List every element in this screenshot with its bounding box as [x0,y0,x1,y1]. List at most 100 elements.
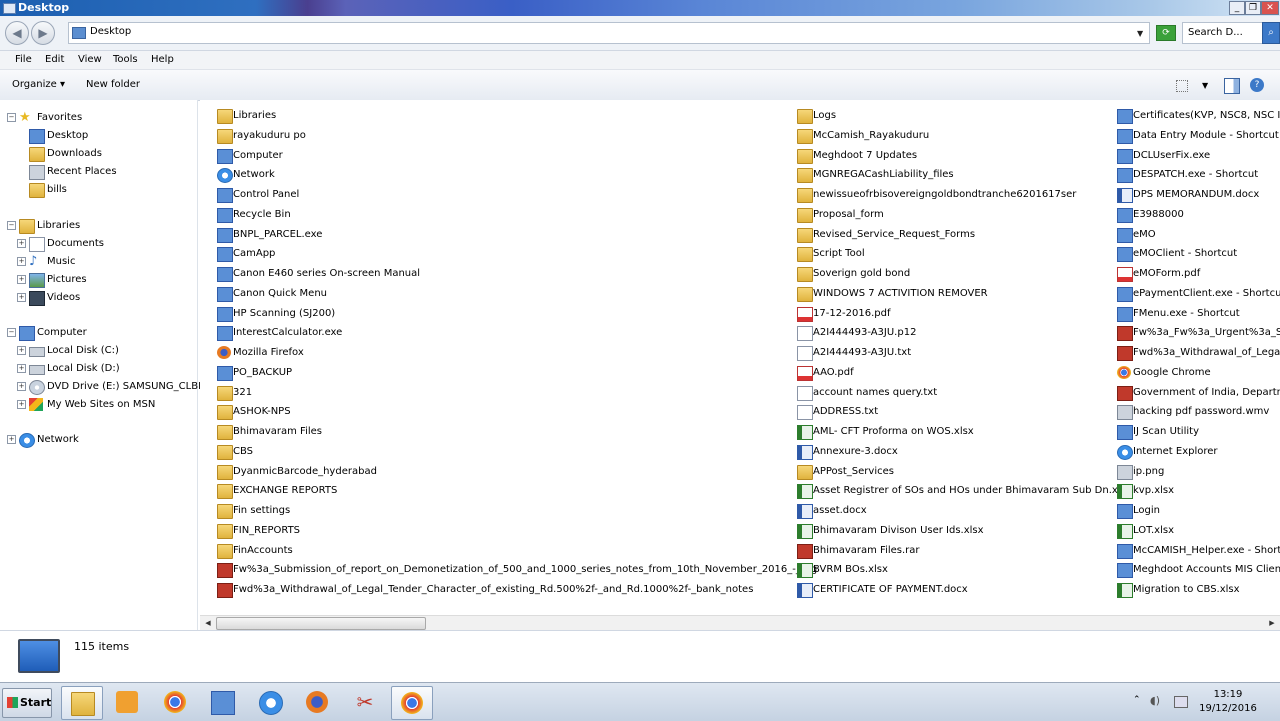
search-icon[interactable]: ⌕ [1262,22,1280,44]
address-field[interactable]: Desktop [68,22,1150,44]
nav-item-documents[interactable]: + Documents [0,236,190,252]
taskbar-control-panel[interactable] [202,686,242,718]
scroll-left-icon[interactable]: ◀ [202,617,214,629]
nav-libraries[interactable]: − Libraries [0,218,190,234]
help-icon[interactable]: ? [1250,78,1264,92]
word-icon [1117,188,1133,203]
taskbar-snipping-tool[interactable]: ✂ [345,686,385,718]
file-name: eMO [1133,228,1156,240]
dvd-icon [29,380,45,395]
file-name: Control Panel [233,189,300,200]
minimize-button[interactable]: _ [1229,1,1245,15]
collapse-icon[interactable]: − [7,113,16,122]
taskbar-chrome[interactable] [155,686,195,718]
nav-favorites[interactable]: − ★ Favorites [0,110,190,126]
excel-icon [797,523,813,539]
taskbar-internet-explorer[interactable] [250,686,290,718]
maximize-button[interactable]: ❐ [1245,1,1261,15]
nav-item-my-web-sites[interactable]: + My Web Sites on MSN [0,397,190,413]
file-name: AML- CFT Proforma on WOS.xlsx [813,426,974,437]
scissors-icon: ✂ [356,690,374,714]
horizontal-scrollbar[interactable]: ◀ ▶ [200,615,1280,630]
taskbar-explorer[interactable] [61,686,103,720]
collapse-icon[interactable]: − [7,328,16,337]
expand-icon[interactable]: + [17,257,26,266]
scroll-thumb[interactable] [216,617,426,630]
file-name: FinAccounts [233,544,293,556]
address-dropdown-icon[interactable]: ▼ [1137,29,1143,38]
start-label: Start [20,696,52,709]
command-bar: Organize ▾ New folder ▼ ? [0,70,1280,101]
expand-icon[interactable]: + [17,382,26,391]
view-options-icon[interactable] [1176,80,1188,92]
nav-item-videos[interactable]: + Videos [0,290,190,306]
drive-icon [29,365,45,375]
scroll-right-icon[interactable]: ▶ [1266,617,1278,629]
nav-item-downloads[interactable]: Downloads [0,146,190,162]
start-button[interactable]: Start [2,688,52,718]
collapse-icon[interactable]: − [7,221,16,230]
file-name: MGNREGACashLiability_files [813,169,954,181]
folder-icon [797,207,813,223]
show-hidden-icons-icon[interactable]: ⌃ [1133,695,1141,705]
file-name: Fw%3a_Submission_of_report_on_Demonetiza… [233,564,818,576]
file-name: ASHOK-NPS [233,406,291,418]
expand-icon[interactable]: + [17,275,26,284]
downloads-icon [29,147,45,162]
expand-icon[interactable]: + [17,293,26,302]
star-icon: ★ [19,110,31,125]
nav-item-music[interactable]: + ♪ Music [0,254,190,270]
volume-icon[interactable]: ◖) [1150,694,1160,707]
application-icon [217,365,233,381]
nav-label: bills [47,184,67,195]
new-folder-button[interactable]: New folder [86,79,140,90]
expand-icon[interactable]: + [17,400,26,409]
nav-label: Libraries [37,220,81,231]
menu-file[interactable]: File [15,54,32,65]
nav-item-local-disk-d[interactable]: + Local Disk (D:) [0,361,190,377]
nav-item-local-disk-c[interactable]: + Local Disk (C:) [0,343,190,359]
clock[interactable]: 13:19 19/12/2016 [1198,688,1258,716]
search-input[interactable]: Search D... [1182,22,1264,44]
close-button[interactable]: ✕ [1261,1,1279,15]
file-name: ip.png [1133,465,1165,477]
folder-icon [797,148,813,164]
nav-item-recent-places[interactable]: Recent Places [0,164,190,180]
taskbar-chrome-window[interactable] [391,686,433,720]
forward-button[interactable]: ▶ [31,21,55,45]
file-name: Canon Quick Menu [233,287,327,299]
nav-item-desktop[interactable]: Desktop [0,128,190,144]
expand-icon[interactable]: + [17,346,26,355]
taskbar-media-player[interactable] [107,686,147,718]
nav-item-bills[interactable]: bills [0,182,190,198]
back-button[interactable]: ◀ [5,21,29,45]
drive-icon [29,347,45,357]
computer-icon [19,326,35,341]
refresh-button[interactable]: ⟳ [1156,25,1176,41]
menu-view[interactable]: View [78,54,102,65]
file-name: FMenu.exe - Shortcut [1133,307,1240,319]
nav-computer[interactable]: − Computer [0,325,190,341]
menu-help[interactable]: Help [151,54,174,65]
application-icon [1117,425,1133,440]
preview-pane-icon[interactable] [1224,78,1240,94]
organize-button[interactable]: Organize ▾ [12,79,65,90]
file-name: DPS MEMORANDUM.docx [1133,189,1260,200]
application-icon [1117,168,1133,184]
recent-places-icon [29,165,45,180]
file-name: kvp.xlsx [1133,485,1175,497]
desktop-icon [29,129,45,144]
taskbar-firefox[interactable] [297,686,337,718]
nav-item-pictures[interactable]: + Pictures [0,272,190,288]
expand-icon[interactable]: + [17,239,26,248]
network-tray-icon[interactable] [1174,696,1188,708]
excel-icon [797,563,813,579]
expand-icon[interactable]: + [17,364,26,373]
view-dropdown-icon[interactable]: ▼ [1202,81,1208,90]
menu-edit[interactable]: Edit [45,54,64,65]
expand-icon[interactable]: + [7,435,16,444]
nav-item-dvd-drive[interactable]: + DVD Drive (E:) SAMSUNG_CLBP [0,379,204,395]
nav-network[interactable]: + Network [0,432,190,448]
file-name: Internet Explorer [1133,445,1218,457]
menu-tools[interactable]: Tools [113,54,138,65]
